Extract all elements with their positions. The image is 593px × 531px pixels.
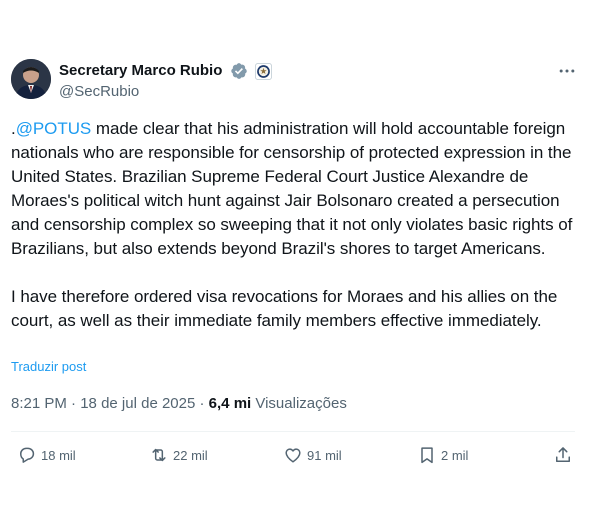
repost-count: 22 mil bbox=[173, 447, 208, 463]
verified-badge-icon[interactable] bbox=[230, 62, 248, 80]
author-display-name[interactable]: Secretary Marco Rubio bbox=[59, 61, 222, 81]
like-icon bbox=[285, 448, 301, 463]
more-options-icon[interactable] bbox=[557, 61, 577, 81]
meta-separator-2: · bbox=[195, 395, 209, 412]
meta-separator: · bbox=[66, 395, 81, 412]
bookmark-count: 2 mil bbox=[441, 447, 469, 463]
share-icon bbox=[556, 447, 570, 462]
views-count: 6,4 mi bbox=[208, 395, 252, 412]
post-paragraph-1: .@POTUS made clear that his administrati… bbox=[11, 117, 577, 261]
like-count: 91 mil bbox=[307, 447, 342, 463]
post-date[interactable]: 18 de jul de 2025 bbox=[80, 395, 195, 412]
views-label: Visualizações bbox=[251, 395, 347, 412]
bookmark-icon bbox=[421, 447, 433, 464]
reply-button[interactable]: 18 mil bbox=[17, 442, 76, 468]
action-bar: 18 mil 22 mil 91 mil 2 mil bbox=[11, 442, 577, 468]
repost-icon bbox=[152, 448, 166, 462]
translate-post-link[interactable]: Traduzir post bbox=[11, 359, 86, 374]
tweet-header: Secretary Marco Rubio @SecRubio bbox=[11, 59, 581, 103]
post-metadata: 8:21 PM · 18 de jul de 2025 · 6,4 mi Vis… bbox=[11, 394, 347, 414]
post-time[interactable]: 8:21 PM bbox=[11, 395, 67, 412]
post-text: .@POTUS made clear that his administrati… bbox=[11, 117, 577, 333]
like-button[interactable]: 91 mil bbox=[283, 442, 342, 468]
repost-button[interactable]: 22 mil bbox=[149, 442, 208, 468]
bookmark-button[interactable]: 2 mil bbox=[417, 442, 468, 468]
mention-link[interactable]: @POTUS bbox=[16, 119, 92, 138]
reply-icon bbox=[20, 447, 35, 463]
post-paragraph-1-rest: made clear that his administration will … bbox=[11, 119, 573, 258]
government-seal-icon[interactable] bbox=[255, 62, 273, 80]
tweet: Secretary Marco Rubio @SecRubio .@POTUS … bbox=[0, 0, 593, 531]
divider bbox=[11, 431, 575, 432]
reply-count: 18 mil bbox=[41, 447, 76, 463]
author-names: Secretary Marco Rubio @SecRubio bbox=[59, 61, 273, 102]
share-button[interactable] bbox=[553, 442, 577, 468]
author-handle[interactable]: @SecRubio bbox=[59, 82, 272, 102]
post-paragraph-2: I have therefore ordered visa revocation… bbox=[11, 287, 558, 330]
avatar-image bbox=[11, 59, 51, 99]
avatar[interactable] bbox=[11, 59, 51, 99]
